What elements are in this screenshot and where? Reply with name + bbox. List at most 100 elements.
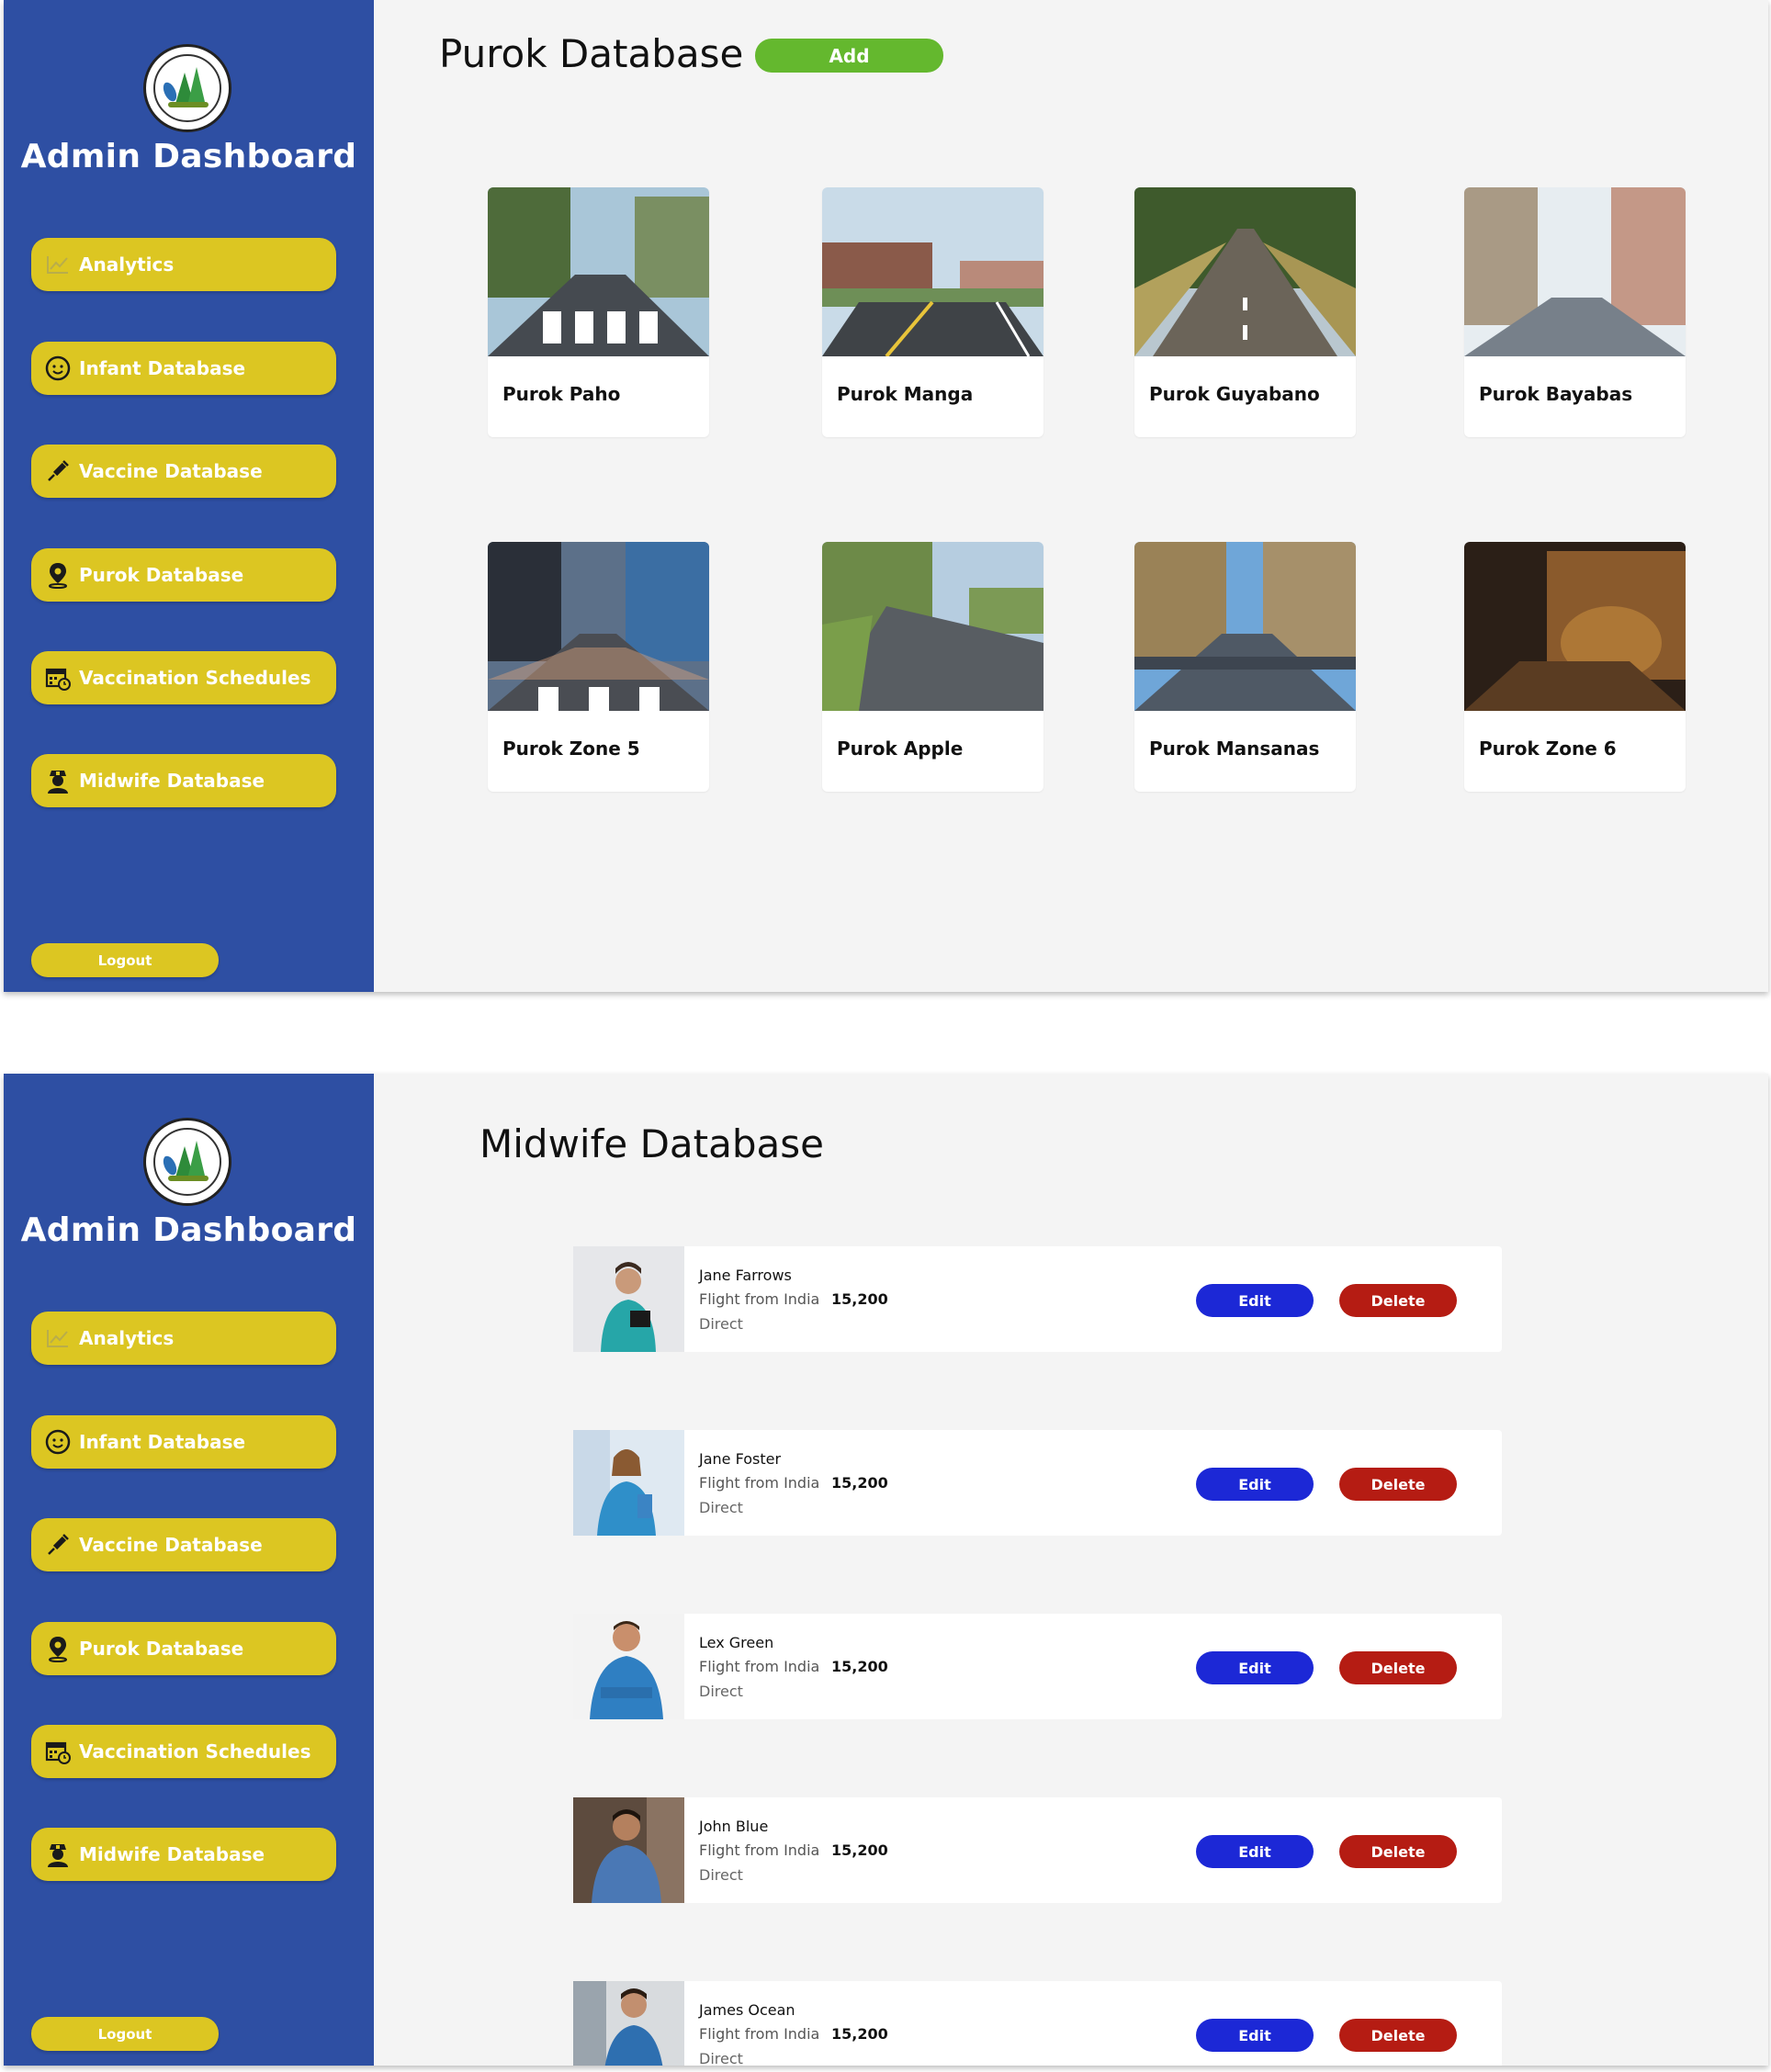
midwife-name: Lex Green [699, 1634, 774, 1651]
edit-button[interactable]: Edit [1196, 2019, 1314, 2052]
midwife-price: 15,200 [831, 2025, 888, 2043]
barangay-seal-logo [143, 44, 231, 132]
nav-midwife-database-button[interactable]: Midwife Database [31, 754, 336, 807]
delete-button[interactable]: Delete [1339, 1284, 1457, 1317]
nav-label: Purok Database [79, 564, 244, 586]
midwife-price: 15,200 [831, 1290, 888, 1308]
purok-card[interactable]: Purok Mansanas [1134, 542, 1356, 792]
street-photo [1464, 542, 1686, 711]
purok-name: Purok Apple [837, 738, 964, 760]
add-purok-button[interactable]: Add [755, 39, 943, 73]
midwife-price: 15,200 [831, 1658, 888, 1675]
nav-label: Vaccine Database [79, 460, 263, 482]
midwife-name: James Ocean [699, 2001, 795, 2019]
purok-card[interactable]: Purok Zone 5 [488, 542, 709, 792]
purok-name: Purok Guyabano [1149, 383, 1320, 405]
street-photo [488, 187, 709, 356]
nav-vaccination-schedules-button[interactable]: Vaccination Schedules [31, 651, 336, 704]
purok-name: Purok Zone 5 [502, 738, 640, 760]
page-title: Purok Database [439, 31, 744, 76]
location-pin-icon [44, 561, 72, 589]
midwife-row: John Blue Flight from India 15,200 Direc… [573, 1797, 1502, 1903]
purok-card[interactable]: Purok Zone 6 [1464, 542, 1686, 792]
midwife-stops: Direct [699, 1866, 743, 1884]
midwife-name: John Blue [699, 1818, 769, 1835]
edit-button[interactable]: Edit [1196, 1284, 1314, 1317]
midwife-price: 15,200 [831, 1841, 888, 1859]
midwife-row: Lex Green Flight from India 15,200 Direc… [573, 1614, 1502, 1719]
street-photo [822, 187, 1043, 356]
delete-button[interactable]: Delete [1339, 2019, 1457, 2052]
purok-card[interactable]: Purok Guyabano [1134, 187, 1356, 437]
nav-label: Vaccination Schedules [79, 1740, 311, 1762]
nav-label: Midwife Database [79, 770, 265, 792]
midwife-route: Flight from India [699, 1290, 820, 1308]
nav-label: Infant Database [79, 357, 246, 379]
street-photo [822, 542, 1043, 711]
chart-line-icon [44, 1324, 72, 1352]
sidebar: Admin Dashboard Analytics Infant Databas… [4, 0, 374, 992]
edit-button[interactable]: Edit [1196, 1651, 1314, 1684]
nav-label: Infant Database [79, 1431, 246, 1453]
baby-face-icon [44, 355, 72, 382]
midwife-route: Flight from India [699, 1658, 820, 1675]
midwife-photo [573, 1430, 684, 1536]
nav-infant-database-button[interactable]: Infant Database [31, 342, 336, 395]
midwife-stops: Direct [699, 1315, 743, 1333]
chart-line-icon [44, 251, 72, 278]
nav-vaccination-schedules-button[interactable]: Vaccination Schedules [31, 1725, 336, 1778]
nav-label: Vaccination Schedules [79, 667, 311, 689]
delete-button[interactable]: Delete [1339, 1651, 1457, 1684]
syringe-icon [44, 1531, 72, 1559]
nav-purok-database-button[interactable]: Purok Database [31, 548, 336, 602]
nav-infant-database-button[interactable]: Infant Database [31, 1415, 336, 1469]
purok-name: Purok Manga [837, 383, 974, 405]
nav-vaccine-database-button[interactable]: Vaccine Database [31, 1518, 336, 1571]
midwife-photo [573, 1797, 684, 1903]
street-photo [1134, 187, 1356, 356]
midwife-row: Jane Farrows Flight from India 15,200 Di… [573, 1246, 1502, 1352]
purok-database-screen: Admin Dashboard Analytics Infant Databas… [4, 0, 1768, 992]
purok-card[interactable]: Purok Paho [488, 187, 709, 437]
dashboard-title: Admin Dashboard [20, 138, 357, 175]
purok-card[interactable]: Purok Manga [822, 187, 1043, 437]
midwife-database-screen: Admin Dashboard Analytics Infant Databas… [4, 1074, 1768, 2066]
nav-label: Analytics [79, 1327, 175, 1349]
delete-button[interactable]: Delete [1339, 1468, 1457, 1501]
sidebar: Admin Dashboard Analytics Infant Databas… [4, 1074, 374, 2066]
midwife-stops: Direct [699, 2050, 743, 2066]
street-photo [1464, 187, 1686, 356]
nav-purok-database-button[interactable]: Purok Database [31, 1622, 336, 1675]
midwife-stops: Direct [699, 1683, 743, 1700]
purok-name: Purok Zone 6 [1479, 738, 1617, 760]
nav-label: Vaccine Database [79, 1534, 263, 1556]
purok-card[interactable]: Purok Bayabas [1464, 187, 1686, 437]
midwife-route: Flight from India [699, 1841, 820, 1859]
baby-face-icon [44, 1428, 72, 1456]
nav-label: Midwife Database [79, 1843, 265, 1865]
midwife-row: James Ocean Flight from India 15,200 Dir… [573, 1981, 1502, 2066]
nav-vaccine-database-button[interactable]: Vaccine Database [31, 445, 336, 498]
purok-name: Purok Bayabas [1479, 383, 1633, 405]
purok-name: Purok Mansanas [1149, 738, 1320, 760]
logout-button[interactable]: Logout [31, 2017, 219, 2051]
purok-name: Purok Paho [502, 383, 621, 405]
nav-midwife-database-button[interactable]: Midwife Database [31, 1828, 336, 1881]
midwife-name: Jane Foster [699, 1450, 782, 1468]
purok-card[interactable]: Purok Apple [822, 542, 1043, 792]
edit-button[interactable]: Edit [1196, 1835, 1314, 1868]
midwife-route: Flight from India [699, 1474, 820, 1492]
nav-analytics-button[interactable]: Analytics [31, 1312, 336, 1365]
barangay-seal-logo [143, 1118, 231, 1206]
edit-button[interactable]: Edit [1196, 1468, 1314, 1501]
nurse-icon [44, 1841, 72, 1868]
location-pin-icon [44, 1635, 72, 1662]
dashboard-title: Admin Dashboard [20, 1211, 357, 1249]
calendar-clock-icon [44, 1738, 72, 1765]
nav-label: Purok Database [79, 1638, 244, 1660]
delete-button[interactable]: Delete [1339, 1835, 1457, 1868]
logout-button[interactable]: Logout [31, 943, 219, 977]
midwife-photo [573, 1246, 684, 1352]
midwife-stops: Direct [699, 1499, 743, 1516]
nav-analytics-button[interactable]: Analytics [31, 238, 336, 291]
